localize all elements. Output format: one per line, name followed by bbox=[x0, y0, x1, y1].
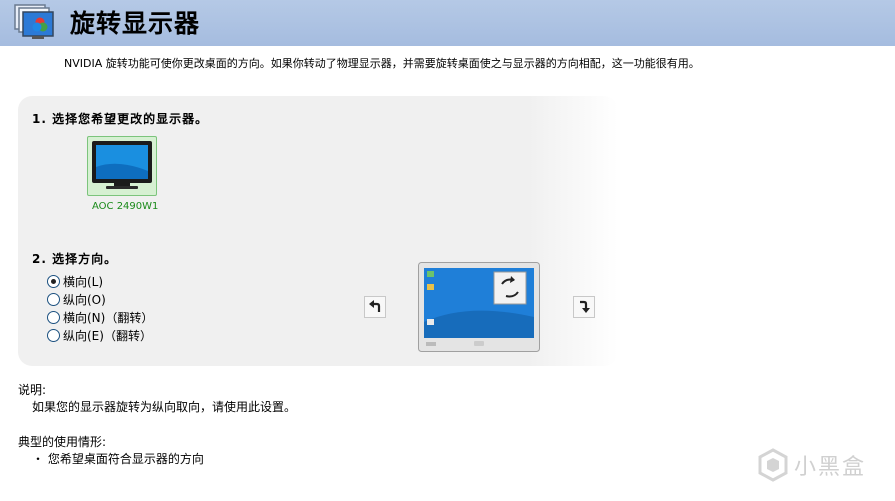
rotate-left-button[interactable] bbox=[364, 296, 386, 318]
monitor-name-label: AOC 2490W1 bbox=[92, 201, 159, 212]
radio-label: 纵向(E)（翻转） bbox=[63, 328, 152, 343]
usage-item: ・ 您希望桌面符合显示器的方向 bbox=[32, 452, 204, 466]
page-header: 旋转显示器 bbox=[0, 0, 895, 46]
radio-button[interactable] bbox=[47, 292, 60, 306]
notes-title: 说明: bbox=[18, 383, 47, 397]
rotate-left-icon bbox=[369, 300, 381, 312]
radio-button[interactable] bbox=[47, 328, 60, 342]
orientation-portrait[interactable]: 纵向(O) bbox=[47, 291, 106, 307]
radio-label: 横向(N)（翻转） bbox=[63, 310, 154, 325]
watermark-logo-icon bbox=[758, 448, 788, 482]
orientation-landscape-flipped[interactable]: 横向(N)（翻转） bbox=[47, 309, 153, 325]
rotate-right-icon bbox=[580, 300, 590, 313]
notes-text: 如果您的显示器旋转为纵向取向，请使用此设置。 bbox=[32, 400, 297, 414]
radio-button[interactable] bbox=[47, 310, 60, 324]
rotate-right-button[interactable] bbox=[573, 296, 595, 318]
monitor-tile-aoc[interactable] bbox=[87, 136, 157, 196]
orientation-preview bbox=[418, 262, 540, 352]
display-settings-icon bbox=[14, 4, 54, 39]
watermark-text: 小黑盒 bbox=[794, 455, 867, 480]
usage-title: 典型的使用情形: bbox=[18, 435, 107, 449]
monitor-icon bbox=[92, 141, 152, 189]
orientation-portrait-flipped[interactable]: 纵向(E)（翻转） bbox=[47, 327, 152, 343]
radio-button[interactable] bbox=[47, 274, 60, 288]
orientation-landscape[interactable]: 横向(L) bbox=[47, 273, 103, 289]
step2-heading: 2. 选择方向。 bbox=[32, 252, 118, 266]
radio-label: 纵向(O) bbox=[63, 292, 106, 307]
radio-label: 横向(L) bbox=[63, 274, 104, 289]
intro-text: NVIDIA 旋转功能可使你更改桌面的方向。如果你转动了物理显示器，并需要旋转桌… bbox=[64, 57, 700, 70]
page-title: 旋转显示器 bbox=[70, 9, 201, 38]
watermark: 小黑盒 bbox=[758, 448, 866, 482]
step1-heading: 1. 选择您希望更改的显示器。 bbox=[32, 112, 209, 126]
